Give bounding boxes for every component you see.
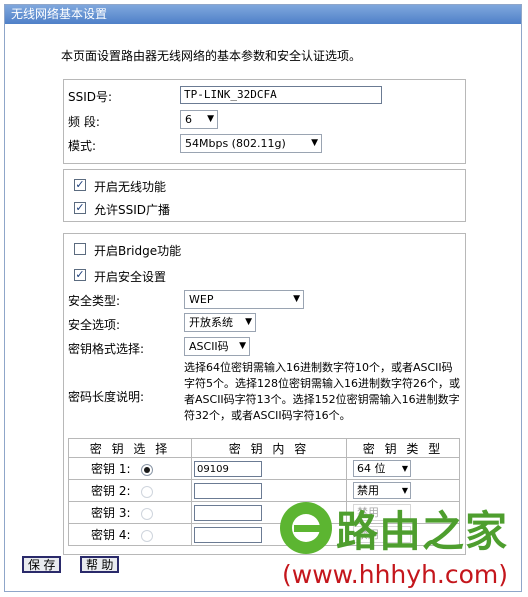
- key-length-label: 密码长度说明:: [68, 390, 145, 404]
- security-option-select[interactable]: 开放系统 ▼: [184, 313, 256, 332]
- chevron-down-icon: ▼: [293, 294, 300, 304]
- channel-value: 6: [185, 113, 192, 126]
- channel-label: 频 段:: [68, 115, 100, 129]
- watermark: 路由之家 (www.hhhyh.com): [276, 494, 528, 597]
- mode-select[interactable]: 54Mbps (802.11g) ▼: [180, 134, 322, 153]
- basic-settings-group: SSID号: TP-LINK_32DCFA 频 段: 6 ▼ 模式: 54Mbps…: [63, 79, 466, 164]
- ssid-input[interactable]: TP-LINK_32DCFA: [180, 86, 382, 104]
- chevron-down-icon: ▼: [245, 317, 252, 327]
- watermark-url: (www.hhhyh.com): [282, 560, 509, 589]
- security-type-label: 安全类型:: [68, 294, 121, 308]
- column-header: 密 钥 选 择: [68, 438, 192, 458]
- key-1-type-select[interactable]: 64 位 ▼: [353, 460, 411, 477]
- key-4-radio[interactable]: [140, 529, 153, 542]
- chevron-down-icon: ▼: [401, 464, 408, 473]
- watermark-logo-bar: [294, 525, 328, 532]
- intro-text: 本页面设置路由器无线网络的基本参数和安全认证选项。: [61, 49, 362, 63]
- key-1-input[interactable]: 09109: [194, 460, 262, 477]
- chevron-down-icon: ▼: [239, 341, 246, 351]
- watermark-name: 路由之家: [336, 507, 509, 556]
- key-length-note: 选择64位密钥需输入16进制数字符10个，或者ASCII码字符5个。选择128位…: [184, 361, 460, 422]
- key-3-radio[interactable]: [140, 507, 153, 520]
- table-row: 密钥 1: 09109 64 位 ▼: [68, 457, 460, 480]
- key-1-label: 密钥 1:: [91, 462, 131, 476]
- key-format-select[interactable]: ASCII码 ▼: [184, 337, 250, 356]
- bridge-checkbox[interactable]: [74, 243, 86, 255]
- bridge-label: 开启Bridge功能: [94, 244, 182, 258]
- chevron-down-icon: ▼: [207, 114, 214, 124]
- key-2-input[interactable]: [194, 482, 262, 499]
- key-4-input[interactable]: [194, 526, 262, 543]
- wireless-toggle-group: ✓ 开启无线功能 ✓ 允许SSID广播: [63, 169, 466, 222]
- key-format-label: 密钥格式选择:: [68, 342, 145, 356]
- ssid-broadcast-label: 允许SSID广播: [94, 203, 171, 217]
- column-header: 密 钥 内 容: [191, 438, 347, 458]
- key-3-label: 密钥 3:: [91, 506, 131, 520]
- column-header: 密 钥 类 型: [346, 438, 460, 458]
- channel-select[interactable]: 6 ▼: [180, 110, 218, 129]
- save-button[interactable]: 保 存: [22, 556, 62, 573]
- page-title: 无线网络基本设置: [5, 5, 521, 24]
- key-format-value: ASCII码: [189, 340, 229, 353]
- security-label: 开启安全设置: [94, 270, 167, 284]
- key-1-radio[interactable]: [140, 463, 153, 476]
- ssid-label: SSID号:: [68, 90, 113, 104]
- security-option-value: 开放系统: [189, 316, 233, 329]
- enable-wireless-checkbox[interactable]: ✓: [74, 179, 86, 191]
- chevron-down-icon: ▼: [311, 138, 318, 148]
- key-2-radio[interactable]: [140, 485, 153, 498]
- ssid-broadcast-checkbox[interactable]: ✓: [74, 202, 86, 214]
- key-table-header: 密 钥 选 择 密 钥 内 容 密 钥 类 型: [68, 438, 460, 458]
- key-1-type-value: 64 位: [357, 462, 386, 475]
- security-type-select[interactable]: WEP ▼: [184, 290, 304, 309]
- security-checkbox[interactable]: ✓: [74, 269, 86, 281]
- security-option-label: 安全选项:: [68, 318, 121, 332]
- help-button[interactable]: 帮 助: [80, 556, 120, 573]
- mode-label: 模式:: [68, 139, 97, 153]
- key-3-input[interactable]: [194, 504, 262, 521]
- mode-value: 54Mbps (802.11g): [185, 137, 286, 150]
- security-type-value: WEP: [189, 293, 214, 306]
- key-2-label: 密钥 2:: [91, 484, 131, 498]
- key-4-label: 密钥 4:: [91, 528, 131, 542]
- enable-wireless-label: 开启无线功能: [94, 180, 167, 194]
